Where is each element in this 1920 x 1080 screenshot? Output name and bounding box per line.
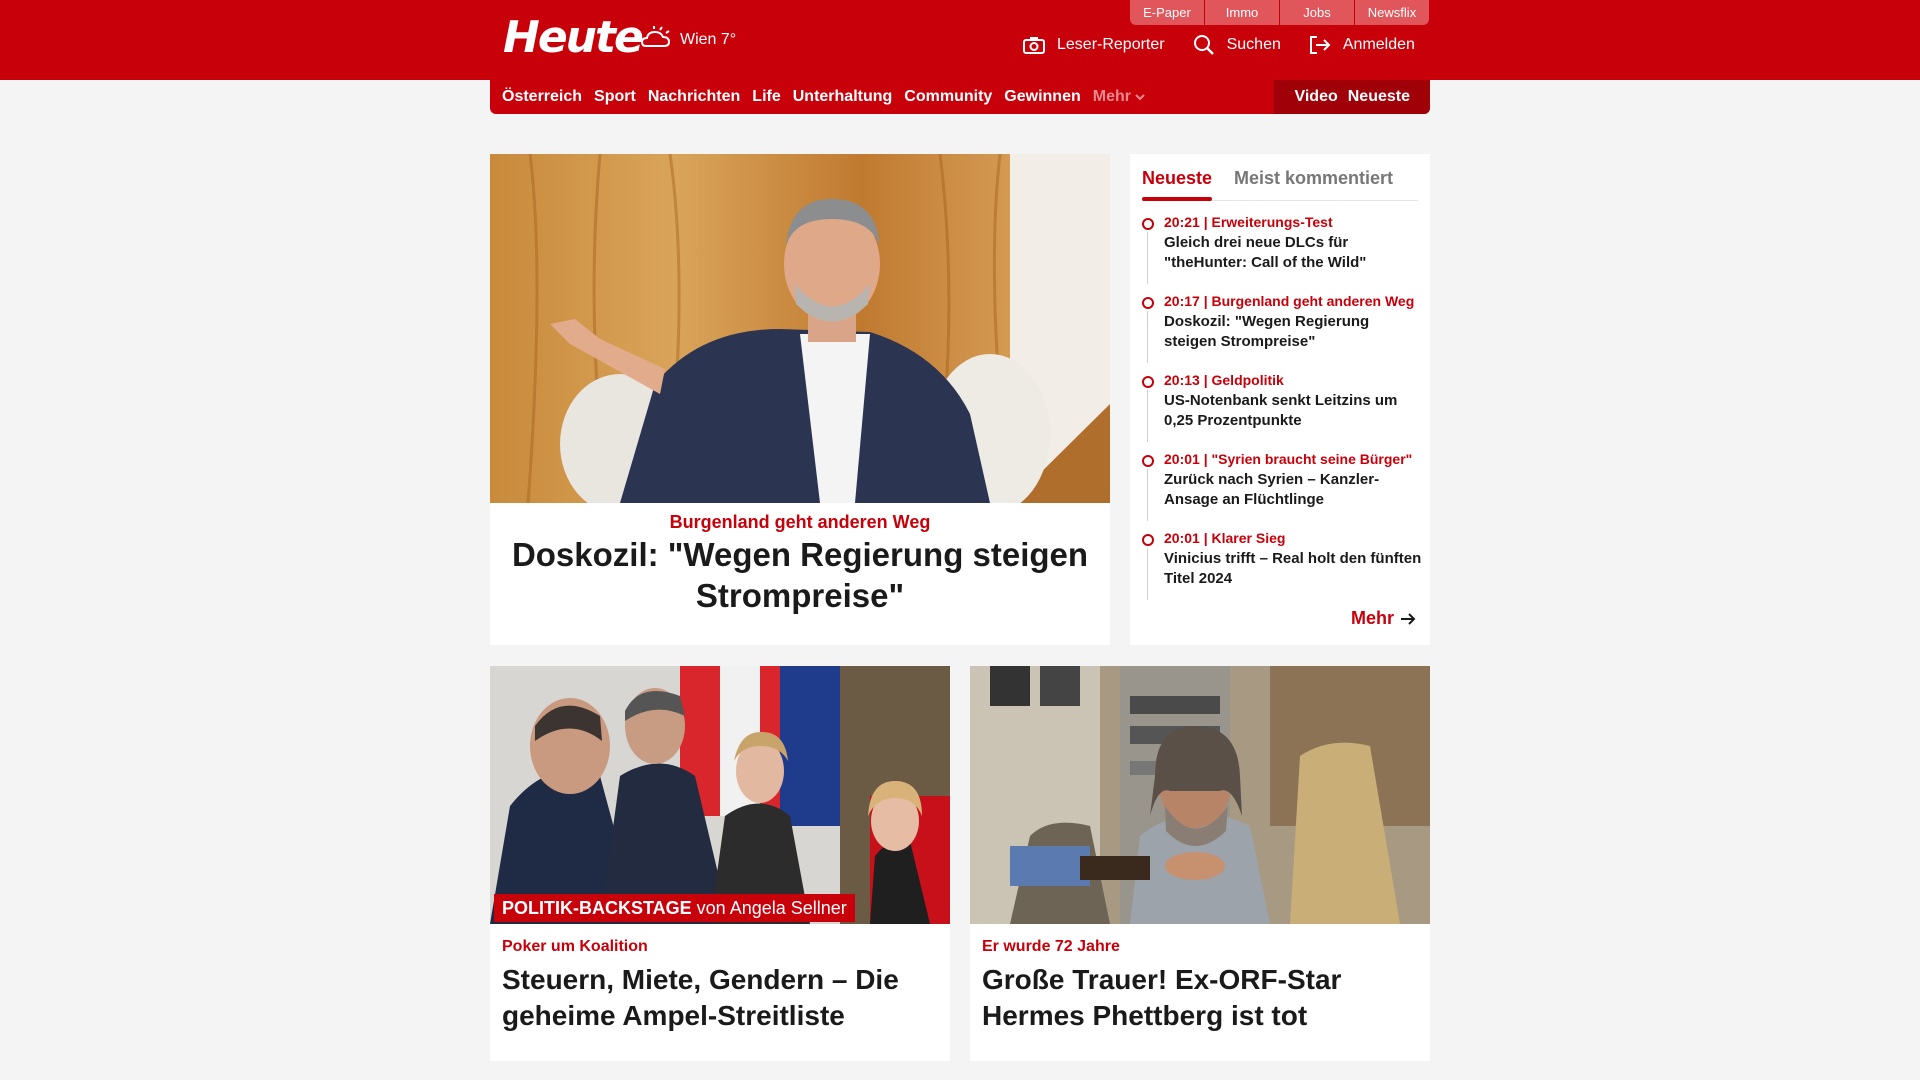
list-item-meta: 20:13 | Geldpolitik [1164, 372, 1284, 388]
list-item[interactable]: 20:01 | Klarer Sieg Vinicius trifft – Re… [1142, 530, 1422, 609]
timeline-line [1147, 232, 1148, 284]
timeline-dot [1142, 218, 1154, 230]
hero-title[interactable]: Doskozil: "Wegen Regierung steigen Strom… [510, 534, 1090, 616]
timeline-line [1147, 390, 1148, 442]
timeline-dot [1142, 297, 1154, 309]
arrow-right-icon [1401, 612, 1416, 625]
nav-right: Video Neueste [1274, 80, 1430, 114]
news-timeline: 20:21 | Erweiterungs-Test Gleich drei ne… [1142, 214, 1422, 609]
nav-items: Österreich Sport Nachrichten Life Unterh… [502, 80, 1157, 114]
nav-item-sport[interactable]: Sport [594, 88, 636, 106]
nav-item-nachrichten[interactable]: Nachrichten [648, 88, 740, 106]
nav-more-label: Mehr [1092, 88, 1131, 105]
list-item-title[interactable]: Gleich drei neue DLCs für "theHunter: Ca… [1164, 233, 1424, 273]
article-title[interactable]: Steuern, Miete, Gendern – Die geheime Am… [502, 962, 938, 1034]
cloud-sun-icon [640, 26, 671, 47]
tab-meist-kommentiert[interactable]: Meist kommentiert [1234, 168, 1393, 189]
list-item-title[interactable]: Vinicius trifft – Real holt den fünften … [1164, 549, 1424, 589]
nav-item-oesterreich[interactable]: Österreich [502, 88, 582, 106]
list-item[interactable]: 20:13 | Geldpolitik US-Notenbank senkt L… [1142, 372, 1422, 451]
header-actions: Leser-Reporter Suchen Anmelden [1023, 34, 1415, 56]
article-image[interactable]: POLITIK-BACKSTAGE von Angela Sellner [490, 666, 950, 924]
badge-label: POLITIK-BACKSTAGE [502, 898, 692, 918]
active-tab-indicator [1142, 197, 1212, 201]
search-icon [1193, 35, 1214, 55]
sidebar-tabs: Neueste Meist kommentiert [1142, 162, 1418, 201]
timeline-dot [1142, 455, 1154, 467]
leser-reporter-label: Leser-Reporter [1057, 36, 1165, 53]
list-item-title[interactable]: US-Notenbank senkt Leitzins um 0,25 Proz… [1164, 391, 1424, 431]
leser-reporter-button[interactable]: Leser-Reporter [1023, 36, 1165, 54]
nav-item-unterhaltung[interactable]: Unterhaltung [793, 88, 893, 106]
list-item[interactable]: 20:01 | "Syrien braucht seine Bürger" Zu… [1142, 451, 1422, 530]
search-label: Suchen [1226, 36, 1281, 53]
article-kicker: Er wurde 72 Jahre [982, 938, 1120, 955]
list-item-meta: 20:01 | Klarer Sieg [1164, 530, 1286, 546]
list-item-meta: 20:21 | Erweiterungs-Test [1164, 214, 1333, 230]
top-link-newsflix[interactable]: Newsflix [1355, 0, 1429, 25]
article-card-phettberg[interactable]: Er wurde 72 Jahre Große Trauer! Ex-ORF-S… [970, 666, 1430, 1061]
login-icon [1309, 36, 1331, 54]
login-button[interactable]: Anmelden [1309, 35, 1415, 55]
article-kicker: Poker um Koalition [502, 938, 648, 955]
heute-logo[interactable]: Heute [503, 12, 644, 63]
search-button[interactable]: Suchen [1193, 34, 1281, 56]
timeline-line [1147, 469, 1148, 521]
article-image[interactable] [970, 666, 1430, 924]
list-item[interactable]: 20:21 | Erweiterungs-Test Gleich drei ne… [1142, 214, 1422, 293]
hero-image[interactable] [490, 154, 1110, 503]
article-card-koalition[interactable]: POLITIK-BACKSTAGE von Angela Sellner Pok… [490, 666, 950, 1061]
timeline-dot [1142, 376, 1154, 388]
nav-item-community[interactable]: Community [904, 88, 992, 106]
latest-news-sidebar: Neueste Meist kommentiert 20:21 | Erweit… [1130, 154, 1430, 645]
badge-author: von Angela Sellner [691, 898, 847, 918]
camera-icon [1023, 37, 1045, 54]
list-item-meta: 20:17 | Burgenland geht anderen Weg [1164, 293, 1415, 309]
hero-kicker: Burgenland geht anderen Weg [669, 512, 931, 532]
sidebar-more-label: Mehr [1350, 608, 1394, 628]
top-link-jobs[interactable]: Jobs [1280, 0, 1354, 25]
tab-neueste[interactable]: Neueste [1142, 168, 1212, 189]
sidebar-more-link[interactable]: Mehr [1351, 608, 1416, 629]
top-link-epaper[interactable]: E-Paper [1130, 0, 1204, 25]
weather-text: Wien 7° [680, 31, 737, 48]
nav-more-dropdown[interactable]: Mehr [1093, 88, 1145, 106]
chevron-down-icon [1135, 94, 1145, 101]
hero-article[interactable]: Burgenland geht anderen Weg Doskozil: "W… [490, 154, 1110, 645]
list-item[interactable]: 20:17 | Burgenland geht anderen Weg Dosk… [1142, 293, 1422, 372]
nav-video[interactable]: Video [1294, 88, 1337, 106]
nav-item-life[interactable]: Life [752, 88, 780, 106]
article-title[interactable]: Große Trauer! Ex-ORF-Star Hermes Phettbe… [982, 962, 1418, 1034]
list-item-meta: 20:01 | "Syrien braucht seine Bürger" [1164, 451, 1413, 467]
top-link-immo[interactable]: Immo [1205, 0, 1279, 25]
article-badge: POLITIK-BACKSTAGE von Angela Sellner [494, 894, 855, 922]
weather-widget[interactable]: Wien 7° [640, 26, 736, 54]
top-links: E-Paper Immo Jobs Newsflix [1130, 0, 1429, 25]
main-nav: Österreich Sport Nachrichten Life Unterh… [490, 80, 1430, 114]
login-label: Anmelden [1342, 36, 1415, 53]
list-item-title[interactable]: Zurück nach Syrien – Kanzler-Ansage an F… [1164, 470, 1424, 510]
site-header [0, 0, 1920, 80]
timeline-line [1147, 548, 1148, 600]
nav-neueste[interactable]: Neueste [1348, 88, 1410, 106]
timeline-dot [1142, 534, 1154, 546]
nav-item-gewinnen[interactable]: Gewinnen [1004, 88, 1080, 106]
timeline-line [1147, 311, 1148, 363]
list-item-title[interactable]: Doskozil: "Wegen Regierung steigen Strom… [1164, 312, 1424, 352]
